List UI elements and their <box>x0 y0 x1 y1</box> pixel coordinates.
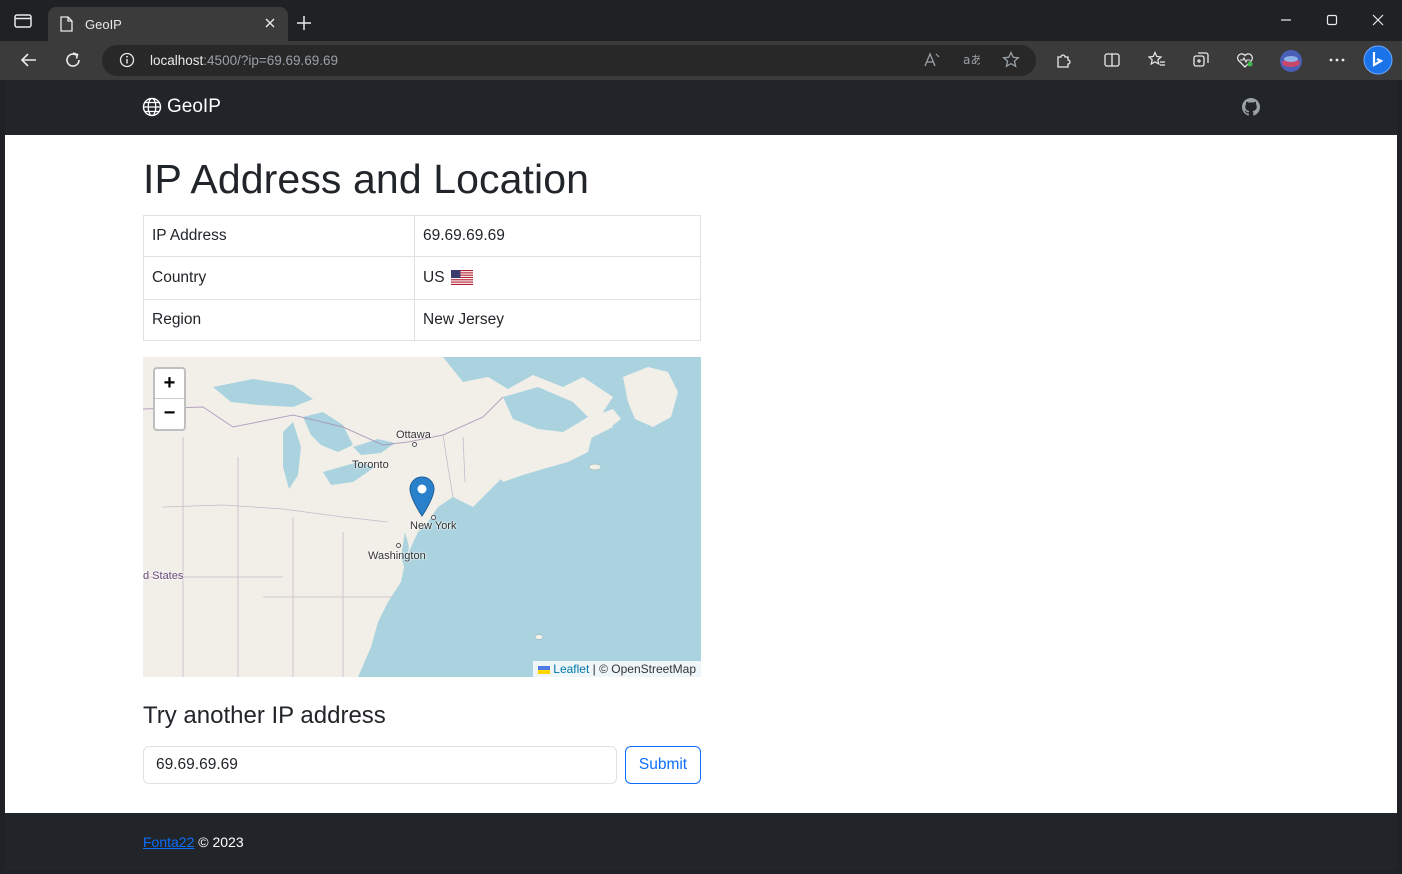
collections-icon[interactable] <box>1192 51 1210 69</box>
author-link[interactable]: Fonta22 <box>143 834 194 850</box>
location-marker-icon[interactable] <box>409 476 435 518</box>
ip-address-value: 69.69.69.69 <box>414 215 701 257</box>
site-footer: Fonta22 © 2023 <box>5 813 1397 870</box>
address-bar[interactable]: localhost:4500/?ip=69.69.69.69 <box>102 45 1036 76</box>
zoom-in-button[interactable]: + <box>155 369 184 399</box>
region-value: New Jersey <box>414 299 701 341</box>
refresh-icon[interactable] <box>63 50 83 70</box>
zoom-out-button[interactable]: − <box>155 399 184 429</box>
url-text: localhost:4500/?ip=69.69.69.69 <box>150 53 339 68</box>
table-row: Region New Jersey <box>143 299 701 341</box>
more-options-icon[interactable] <box>1328 51 1346 69</box>
copyright-text: © 2023 <box>194 834 244 850</box>
profile-avatar[interactable] <box>1279 49 1303 73</box>
table-row: IP Address 69.69.69.69 <box>143 215 701 257</box>
maximize-icon[interactable] <box>1324 12 1340 28</box>
split-screen-icon[interactable] <box>1103 51 1121 69</box>
globe-icon <box>142 97 162 117</box>
tab-actions-icon[interactable] <box>14 14 32 28</box>
page-icon <box>60 16 73 32</box>
page-title: IP Address and Location <box>143 156 590 202</box>
site-navbar: GeoIP <box>5 80 1397 135</box>
close-window-icon[interactable] <box>1370 12 1386 28</box>
minimize-icon[interactable] <box>1278 12 1294 28</box>
us-flag-icon <box>450 270 473 285</box>
ukraine-flag-icon <box>538 666 551 674</box>
city-label-ottawa: Ottawa <box>396 429 431 441</box>
browser-toolbar: localhost:4500/?ip=69.69.69.69 aあ <box>0 41 1402 80</box>
browser-essentials-icon[interactable] <box>1236 51 1254 69</box>
browser-tab[interactable]: GeoIP <box>48 7 288 41</box>
zoom-control: + − <box>153 367 186 431</box>
tab-title: GeoIP <box>85 17 122 32</box>
table-row: Country US <box>143 256 701 300</box>
page-viewport: GeoIP IP Address and Location IP Address… <box>5 80 1397 870</box>
ip-info-table: IP Address 69.69.69.69 Country US Region… <box>143 215 701 341</box>
city-dot <box>412 442 417 447</box>
ip-address-input[interactable] <box>143 746 617 784</box>
brand-text: GeoIP <box>167 96 221 117</box>
osm-attribution: | © OpenStreetMap <box>589 662 696 676</box>
submit-button[interactable]: Submit <box>625 746 701 784</box>
browser-tab-bar: GeoIP <box>0 0 1402 41</box>
svg-text:aあ: aあ <box>963 53 980 67</box>
back-icon[interactable] <box>19 50 39 70</box>
site-info-icon[interactable] <box>119 52 135 68</box>
region-label: Region <box>143 299 415 341</box>
copilot-icon[interactable] <box>1363 45 1393 75</box>
region-label: d States <box>143 570 184 582</box>
close-tab-icon[interactable] <box>262 15 278 31</box>
translate-icon[interactable]: aあ <box>962 51 980 69</box>
country-label: Country <box>143 256 415 300</box>
navbar-brand[interactable]: GeoIP <box>142 96 221 118</box>
city-dot <box>396 543 401 548</box>
ip-address-label: IP Address <box>143 215 415 257</box>
leaflet-link[interactable]: Leaflet <box>553 662 589 676</box>
map-attribution: Leaflet | © OpenStreetMap <box>533 661 701 677</box>
new-tab-icon[interactable] <box>296 15 312 31</box>
city-label-washington: Washington <box>368 550 426 562</box>
form-heading: Try another IP address <box>143 702 386 729</box>
country-value: US <box>423 269 445 286</box>
city-label-toronto: Toronto <box>352 459 389 471</box>
read-aloud-icon[interactable] <box>923 51 941 69</box>
country-cell: US <box>414 256 701 300</box>
github-icon[interactable] <box>1242 98 1260 116</box>
favorite-star-icon[interactable] <box>1002 51 1020 69</box>
location-map[interactable]: + − Ottawa Toronto New York Washington d… <box>143 357 701 677</box>
favorites-icon[interactable] <box>1148 51 1166 69</box>
footer-text: Fonta22 © 2023 <box>143 834 244 850</box>
city-label-new-york: New York <box>410 520 457 532</box>
extensions-icon[interactable] <box>1055 51 1073 69</box>
